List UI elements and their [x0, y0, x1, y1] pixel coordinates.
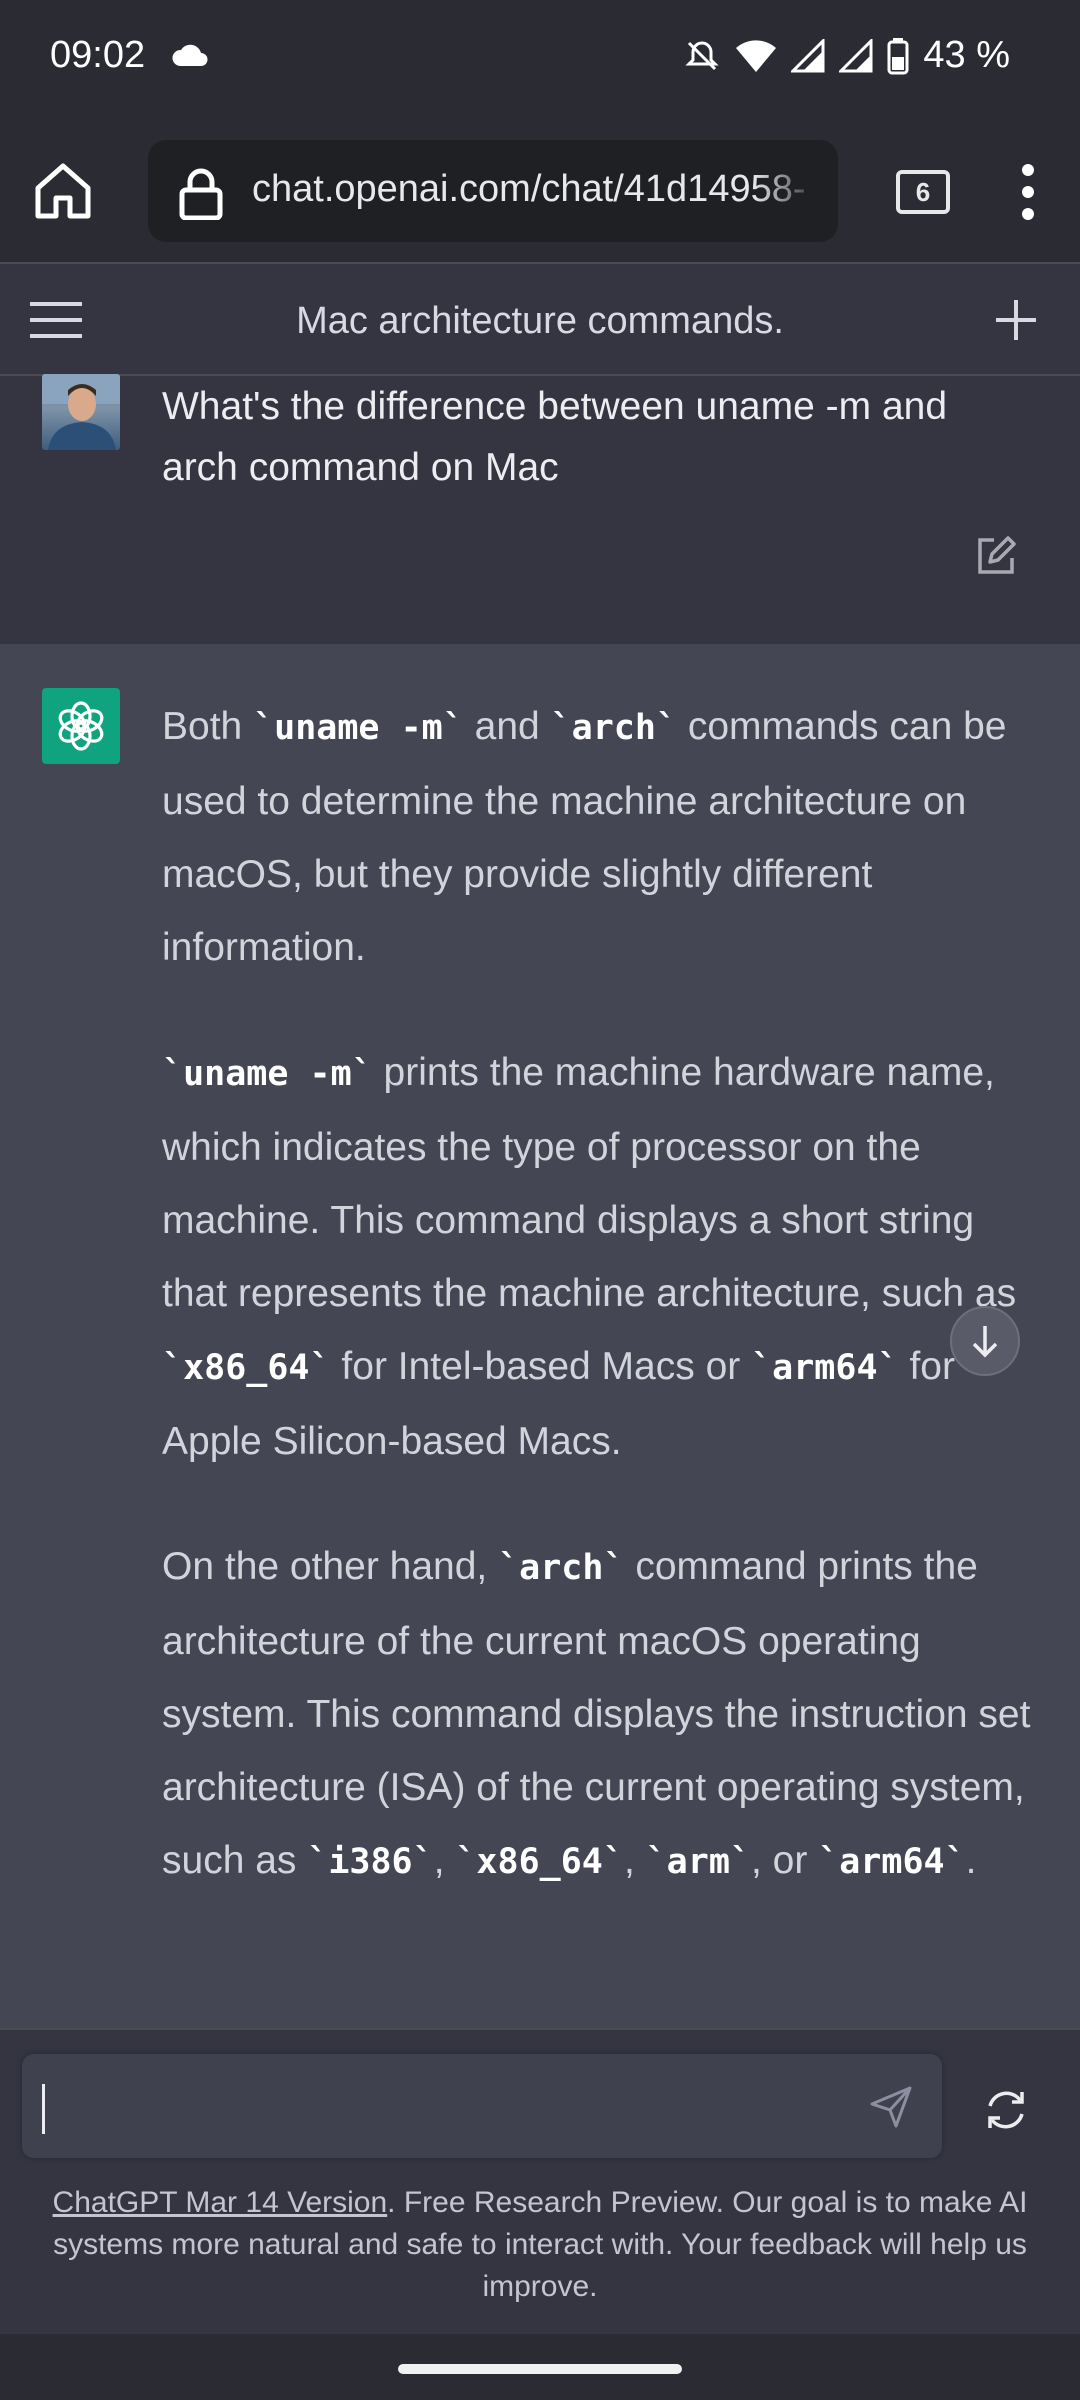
status-bar: 09:02 43 % — [0, 0, 1080, 120]
url-text: chat.openai.com/chat/41d14958- — [252, 168, 806, 210]
version-link[interactable]: ChatGPT Mar 14 Version — [53, 2186, 388, 2219]
inline-code: `arch` — [498, 1548, 625, 1588]
composer-area: ChatGPT Mar 14 Version. Free Research Pr… — [0, 2028, 1080, 2330]
text-span: . — [965, 1839, 977, 1882]
assistant-message: Both `uname -m` and `arch` commands can … — [0, 644, 1080, 2028]
cloud-icon — [172, 44, 208, 66]
inline-code: `arm64` — [818, 1842, 966, 1882]
inline-code: `arm` — [645, 1842, 751, 1882]
signal-icon — [791, 38, 825, 72]
inline-code: `x86_64` — [162, 1348, 331, 1388]
paragraph-2: `uname -m` prints the machine hardware n… — [162, 1036, 1038, 1478]
chat-title: Mac architecture commands. — [296, 300, 784, 342]
text-span: , or — [750, 1839, 819, 1882]
avatar — [42, 374, 120, 450]
text-span: for Intel-based Macs or — [330, 1345, 752, 1388]
message-input[interactable] — [22, 2054, 942, 2158]
browser-toolbar: chat.openai.com/chat/41d14958- 6 — [0, 120, 1080, 264]
inline-code: `arm64` — [751, 1348, 899, 1388]
regenerate-icon[interactable] — [982, 2086, 1030, 2134]
home-icon[interactable] — [30, 158, 96, 224]
text-span: , — [433, 1839, 456, 1882]
tab-switcher-button[interactable]: 6 — [896, 170, 950, 214]
paragraph-3: On the other hand, `arch` command prints… — [162, 1530, 1038, 1899]
assistant-message-text: Both `uname -m` and `arch` commands can … — [162, 690, 1038, 1951]
text-span: Both — [162, 705, 254, 748]
scroll-to-bottom-button[interactable] — [950, 1306, 1020, 1376]
inline-code: `uname -m` — [162, 1054, 373, 1094]
inline-code: `arch` — [550, 708, 677, 748]
footer-disclaimer: ChatGPT Mar 14 Version. Free Research Pr… — [30, 2182, 1050, 2308]
status-icons: 43 % — [683, 34, 1010, 77]
wifi-icon — [736, 39, 777, 72]
status-time: 09:02 — [50, 34, 146, 76]
chat-header: Mac architecture commands. — [0, 264, 1080, 376]
lock-icon — [179, 168, 223, 220]
plus-icon[interactable] — [992, 296, 1040, 344]
url-field[interactable]: chat.openai.com/chat/41d14958- — [148, 140, 838, 242]
home-gesture-handle[interactable] — [398, 2364, 682, 2374]
user-message: What's the difference between uname -m a… — [0, 374, 1080, 644]
mute-icon — [685, 40, 719, 70]
system-nav-bar — [0, 2334, 1080, 2400]
chatgpt-logo-icon — [42, 688, 120, 764]
battery-percent: 43 % — [923, 34, 1010, 76]
text-span: command prints the architecture of the c… — [162, 1545, 1031, 1882]
text-span: On the other hand, — [162, 1545, 499, 1588]
text-caret — [42, 2084, 45, 2134]
text-span: , — [623, 1839, 646, 1882]
inline-code: `i386` — [307, 1842, 434, 1882]
signal-icon-2 — [839, 38, 873, 72]
text-span: and — [463, 705, 551, 748]
battery-icon — [887, 37, 909, 74]
paragraph-1: Both `uname -m` and `arch` commands can … — [162, 690, 1038, 984]
edit-icon[interactable] — [974, 534, 1018, 578]
inline-code: `x86_64` — [455, 1842, 624, 1882]
inline-code: `uname -m` — [253, 708, 464, 748]
arrow-down-icon — [972, 1326, 998, 1358]
user-message-text: What's the difference between uname -m a… — [162, 385, 948, 489]
send-icon[interactable] — [868, 2084, 914, 2130]
more-vert-icon[interactable] — [1022, 164, 1034, 220]
